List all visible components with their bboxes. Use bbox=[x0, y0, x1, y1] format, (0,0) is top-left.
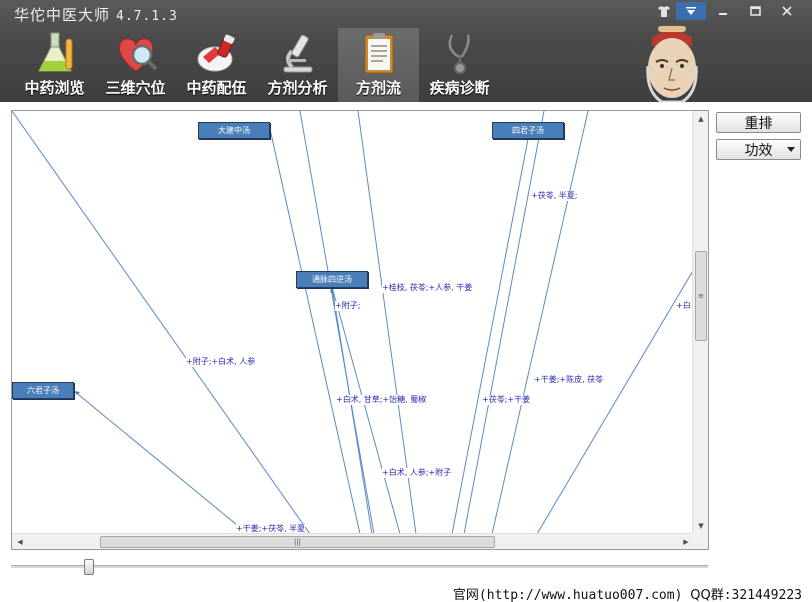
tab-herb-compatibility[interactable]: 中药配伍 bbox=[176, 28, 257, 102]
scroll-up-icon[interactable]: ▲ bbox=[693, 111, 708, 127]
stethoscope-icon bbox=[448, 34, 470, 74]
tab-label: 中药配伍 bbox=[186, 79, 247, 97]
edge-label: +桂枝, 茯苓;+人参, 干姜 bbox=[382, 283, 473, 293]
scroll-corner bbox=[692, 533, 708, 549]
tab-label: 中药浏览 bbox=[24, 79, 85, 97]
tab-formula-analysis[interactable]: 方剂分析 bbox=[257, 28, 338, 102]
tab-label: 方剂流 bbox=[355, 79, 401, 97]
edge-label: +附子;+白术, 人参 bbox=[186, 357, 256, 367]
pill-bottle-icon bbox=[197, 34, 235, 72]
edge-label: +附子; bbox=[335, 301, 361, 311]
formula-node[interactable]: 大建中汤 bbox=[198, 122, 270, 139]
slider-knob[interactable] bbox=[84, 559, 94, 575]
app-version: 4.7.1.3 bbox=[116, 9, 178, 24]
flow-edge bbox=[73, 390, 249, 534]
edge-label: +茯苓;+干姜 bbox=[482, 395, 531, 405]
formula-flow-canvas[interactable]: 大建中汤 四君子汤 通脉四逆汤 六君子汤 +茯苓, 半夏; +桂枝, 茯苓;+人… bbox=[11, 110, 709, 550]
tab-formula-flow[interactable]: 方剂流 bbox=[338, 28, 419, 102]
edge-label: +茯苓, 半夏; bbox=[531, 191, 578, 201]
window-controls bbox=[654, 2, 802, 20]
flow-edges bbox=[12, 111, 694, 534]
vertical-scroll-thumb[interactable]: ≡ bbox=[695, 251, 707, 341]
edge-label: +白术, 甘草;+饴糖, 蜀椒 bbox=[336, 395, 427, 405]
tab-label: 三维穴位 bbox=[105, 79, 166, 97]
flow-edge bbox=[299, 111, 375, 534]
zoom-slider[interactable] bbox=[11, 559, 708, 575]
flow-edge bbox=[491, 111, 589, 534]
huatuo-portrait-icon bbox=[646, 26, 698, 102]
footer-prefix: 官网 bbox=[452, 588, 479, 602]
edge-label: +白 bbox=[676, 301, 691, 311]
tab-label: 疾病诊断 bbox=[429, 79, 490, 97]
clipboard-icon bbox=[364, 33, 393, 74]
edge-label: +白术, 人参;+附子 bbox=[382, 468, 452, 478]
app-title: 华佗中医大师 4.7.1.3 bbox=[14, 4, 178, 25]
slider-track bbox=[11, 565, 708, 568]
rearrange-button-label: 重排 bbox=[744, 115, 773, 132]
heart-magnifier-icon bbox=[118, 38, 157, 72]
chevron-down-icon bbox=[787, 147, 795, 152]
tab-disease-diagnosis[interactable]: 疾病诊断 bbox=[419, 28, 500, 102]
effect-dropdown[interactable]: 功效 bbox=[716, 139, 801, 160]
flow-edge bbox=[463, 111, 545, 534]
close-icon[interactable] bbox=[772, 2, 802, 20]
microscope-icon bbox=[283, 34, 312, 73]
tab-herb-browse[interactable]: 中药浏览 bbox=[14, 28, 95, 102]
flow-edge bbox=[536, 268, 694, 534]
minimize-icon[interactable] bbox=[708, 2, 738, 20]
horizontal-scroll-thumb[interactable]: ||| bbox=[100, 536, 495, 548]
title-bar: 华佗中医大师 4.7.1.3 中药浏览 三维穴位 中药配伍 方剂分析 方剂流 疾… bbox=[0, 0, 812, 102]
footer-qq-value: :321449223 bbox=[723, 588, 802, 602]
formula-node[interactable]: 六君子汤 bbox=[12, 382, 74, 399]
tab-label: 方剂分析 bbox=[267, 79, 328, 97]
vertical-scrollbar[interactable]: ▲ ≡ ▼ bbox=[692, 111, 708, 534]
edge-label: +干姜;+陈皮, 茯苓 bbox=[534, 375, 604, 385]
tab-3d-acupoints[interactable]: 三维穴位 bbox=[95, 28, 176, 102]
flow-edge bbox=[269, 128, 361, 534]
scroll-left-icon[interactable]: ◀ bbox=[12, 534, 28, 549]
menu-dropdown-icon[interactable] bbox=[676, 2, 706, 20]
flask-icon bbox=[37, 32, 72, 72]
skin-shirt-icon[interactable] bbox=[654, 2, 674, 20]
formula-node[interactable]: 四君子汤 bbox=[492, 122, 564, 139]
horizontal-scrollbar[interactable]: ◀ ||| ▶ bbox=[12, 533, 694, 549]
effect-dropdown-label: 功效 bbox=[744, 142, 773, 159]
rearrange-button[interactable]: 重排 bbox=[716, 112, 801, 133]
footer-qq-label: QQ群 bbox=[690, 588, 724, 602]
scroll-down-icon[interactable]: ▼ bbox=[693, 518, 708, 534]
maximize-icon[interactable] bbox=[740, 2, 770, 20]
footer-url[interactable]: (http://www.huatuo007.com) bbox=[479, 588, 683, 602]
flow-edge bbox=[451, 138, 529, 534]
footer-info: 官网(http://www.huatuo007.com) QQ群:3214492… bbox=[453, 584, 802, 602]
main-tabs: 中药浏览 三维穴位 中药配伍 方剂分析 方剂流 疾病诊断 bbox=[14, 28, 500, 102]
flow-edge bbox=[12, 111, 311, 534]
formula-node[interactable]: 通脉四逆汤 bbox=[296, 271, 368, 288]
app-name: 华佗中医大师 bbox=[14, 6, 111, 24]
flow-arrowhead bbox=[74, 391, 80, 395]
